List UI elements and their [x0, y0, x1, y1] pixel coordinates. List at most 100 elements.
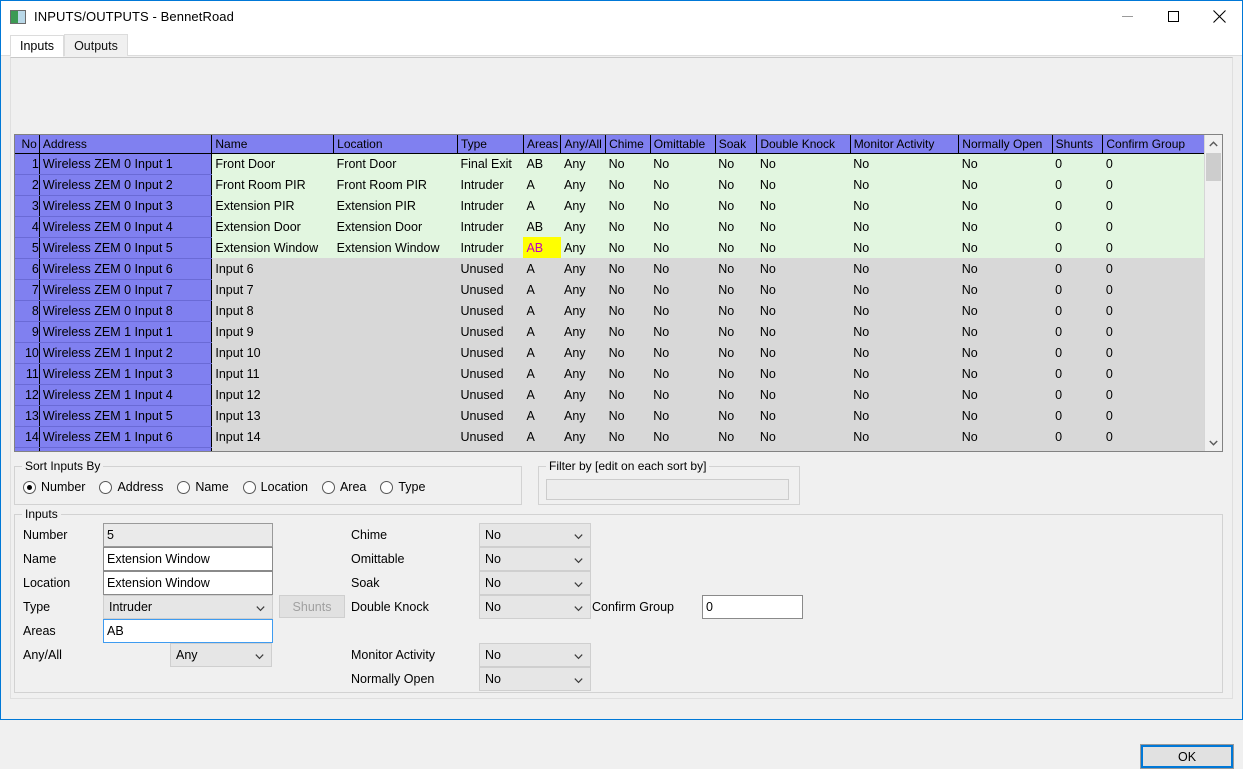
cell-confirm-group[interactable]: 0 — [1102, 279, 1204, 300]
cell-anyall[interactable]: Any — [560, 342, 606, 363]
cell-monitor-activity[interactable]: No — [850, 384, 959, 405]
cell-location[interactable] — [333, 405, 458, 426]
cell-confirm-group[interactable]: 0 — [1102, 174, 1204, 195]
cell-confirm-group[interactable]: 0 — [1102, 447, 1204, 451]
table-row[interactable]: 9 Wireless ZEM 1 Input 1 Input 9 Unused A Any… — [15, 321, 1204, 343]
cell-monitor-activity[interactable]: No — [850, 153, 959, 174]
cell-areas[interactable]: A — [523, 258, 561, 279]
cell-monitor-activity[interactable]: No — [850, 363, 959, 384]
col-header-soak[interactable]: Soak — [715, 135, 758, 154]
cell-areas[interactable]: AB — [523, 237, 561, 258]
col-header-name[interactable]: Name — [211, 135, 335, 154]
cell-chime[interactable]: No — [605, 447, 651, 451]
cell-areas[interactable]: A — [523, 300, 561, 321]
cell-shunts[interactable]: 0 — [1052, 363, 1103, 384]
cell-omittable[interactable]: No — [650, 153, 716, 174]
cell-double-knock[interactable]: No — [756, 300, 851, 321]
cell-monitor-activity[interactable]: No — [850, 216, 959, 237]
table-row[interactable]: 15Wireless ZEM 1 Input 7Input 15 UnusedAA… — [15, 447, 1204, 451]
cell-shunts[interactable]: 0 — [1052, 153, 1103, 174]
table-row[interactable]: 3 Wireless ZEM 0 Input 3 Extension PIR Exte… — [15, 195, 1204, 217]
cell-location[interactable] — [333, 300, 458, 321]
cell-confirm-group[interactable]: 0 — [1102, 195, 1204, 216]
cell-monitor-activity[interactable]: No — [850, 174, 959, 195]
cell-address[interactable]: Wireless ZEM 0 Input 6 — [39, 258, 213, 280]
cell-shunts[interactable]: 0 — [1052, 279, 1103, 300]
cell-omittable[interactable]: No — [650, 300, 716, 321]
cell-no[interactable]: 13 — [15, 405, 40, 427]
cell-normally-open[interactable]: No — [958, 195, 1053, 216]
cell-no[interactable]: 6 — [15, 258, 40, 280]
cell-confirm-group[interactable]: 0 — [1102, 426, 1204, 447]
cell-shunts[interactable]: 0 — [1052, 321, 1103, 342]
type-select[interactable]: Intruder — [103, 595, 273, 619]
cell-omittable[interactable]: No — [650, 216, 716, 237]
cell-address[interactable]: Wireless ZEM 0 Input 7 — [39, 279, 213, 301]
cell-confirm-group[interactable]: 0 — [1102, 363, 1204, 384]
cell-anyall[interactable]: Any — [560, 363, 606, 384]
cell-shunts[interactable]: 0 — [1052, 300, 1103, 321]
cell-anyall[interactable]: Any — [560, 405, 606, 426]
cell-name[interactable]: Input 7 — [211, 279, 334, 300]
cell-areas[interactable]: A — [523, 384, 561, 405]
cell-normally-open[interactable]: No — [958, 447, 1053, 451]
cell-location[interactable]: Extension PIR — [333, 195, 458, 216]
chime-select[interactable]: No — [479, 523, 591, 547]
cell-confirm-group[interactable]: 0 — [1102, 153, 1204, 174]
sort-radio-location[interactable]: Location — [242, 480, 308, 494]
cell-location[interactable] — [333, 384, 458, 405]
cell-omittable[interactable]: No — [650, 195, 716, 216]
cell-monitor-activity[interactable]: No — [850, 342, 959, 363]
cell-normally-open[interactable]: No — [958, 216, 1053, 237]
cell-soak[interactable]: No — [715, 405, 757, 426]
cell-location[interactable] — [333, 426, 458, 447]
cell-monitor-activity[interactable]: No — [850, 405, 959, 426]
cell-no[interactable]: 8 — [15, 300, 40, 322]
cell-areas[interactable]: A — [523, 195, 561, 216]
table-row[interactable]: 2 Wireless ZEM 0 Input 2 Front Room PIR Fro… — [15, 174, 1204, 196]
cell-type[interactable]: Intruder — [457, 216, 524, 237]
cell-omittable[interactable]: No — [650, 279, 716, 300]
cell-chime[interactable]: No — [605, 279, 651, 300]
cell-normally-open[interactable]: No — [958, 363, 1053, 384]
cell-double-knock[interactable]: No — [756, 405, 851, 426]
cell-areas[interactable]: AB — [523, 216, 561, 237]
cell-soak[interactable]: No — [715, 342, 757, 363]
cell-name[interactable]: Input 8 — [211, 300, 334, 321]
cell-address[interactable]: Wireless ZEM 0 Input 3 — [39, 195, 213, 217]
cell-confirm-group[interactable]: 0 — [1102, 258, 1204, 279]
cell-areas[interactable]: A — [523, 405, 561, 426]
cell-confirm-group[interactable]: 0 — [1102, 300, 1204, 321]
cell-chime[interactable]: No — [605, 321, 651, 342]
cell-omittable[interactable]: No — [650, 363, 716, 384]
cell-shunts[interactable]: 0 — [1052, 405, 1103, 426]
col-header-normally-open[interactable]: Normally Open — [958, 135, 1053, 154]
table-row[interactable]: 10 Wireless ZEM 1 Input 2 Input 10 Unused A A… — [15, 342, 1204, 364]
cell-address[interactable]: Wireless ZEM 1 Input 3 — [39, 363, 213, 385]
col-header-shunts[interactable]: Shunts — [1052, 135, 1104, 154]
cell-confirm-group[interactable]: 0 — [1102, 405, 1204, 426]
col-header-omittable[interactable]: Omittable — [650, 135, 716, 154]
col-header-anyall[interactable]: Any/All — [560, 135, 607, 154]
table-row[interactable]: 11 Wireless ZEM 1 Input 3 Input 11 Unused A A… — [15, 363, 1204, 385]
cell-shunts[interactable]: 0 — [1052, 174, 1103, 195]
cell-type[interactable]: Intruder — [457, 237, 524, 258]
col-header-type[interactable]: Type — [457, 135, 524, 154]
cell-omittable[interactable]: No — [650, 174, 716, 195]
cell-shunts[interactable]: 0 — [1052, 237, 1103, 258]
minimize-button[interactable] — [1104, 1, 1150, 32]
cell-chime[interactable]: No — [605, 195, 651, 216]
cell-omittable[interactable]: No — [650, 384, 716, 405]
table-row[interactable]: 7 Wireless ZEM 0 Input 7 Input 7 Unused A Any… — [15, 279, 1204, 301]
cell-type[interactable]: Unused — [457, 405, 524, 426]
cell-areas[interactable]: AB — [523, 153, 561, 174]
cell-soak[interactable]: No — [715, 174, 757, 195]
col-header-chime[interactable]: Chime — [605, 135, 651, 154]
cell-type[interactable]: Unused — [457, 426, 524, 447]
sort-radio-name[interactable]: Name — [177, 480, 229, 494]
cell-double-knock[interactable]: No — [756, 363, 851, 384]
anyall-select[interactable]: Any — [170, 643, 272, 667]
table-row[interactable]: 5 Wireless ZEM 0 Input 5 Extension Window E… — [15, 237, 1204, 259]
table-row[interactable]: 1 Wireless ZEM 0 Input 1 Front Door Front D… — [15, 153, 1204, 175]
table-row[interactable]: 12 Wireless ZEM 1 Input 4 Input 12 Unused A A… — [15, 384, 1204, 406]
